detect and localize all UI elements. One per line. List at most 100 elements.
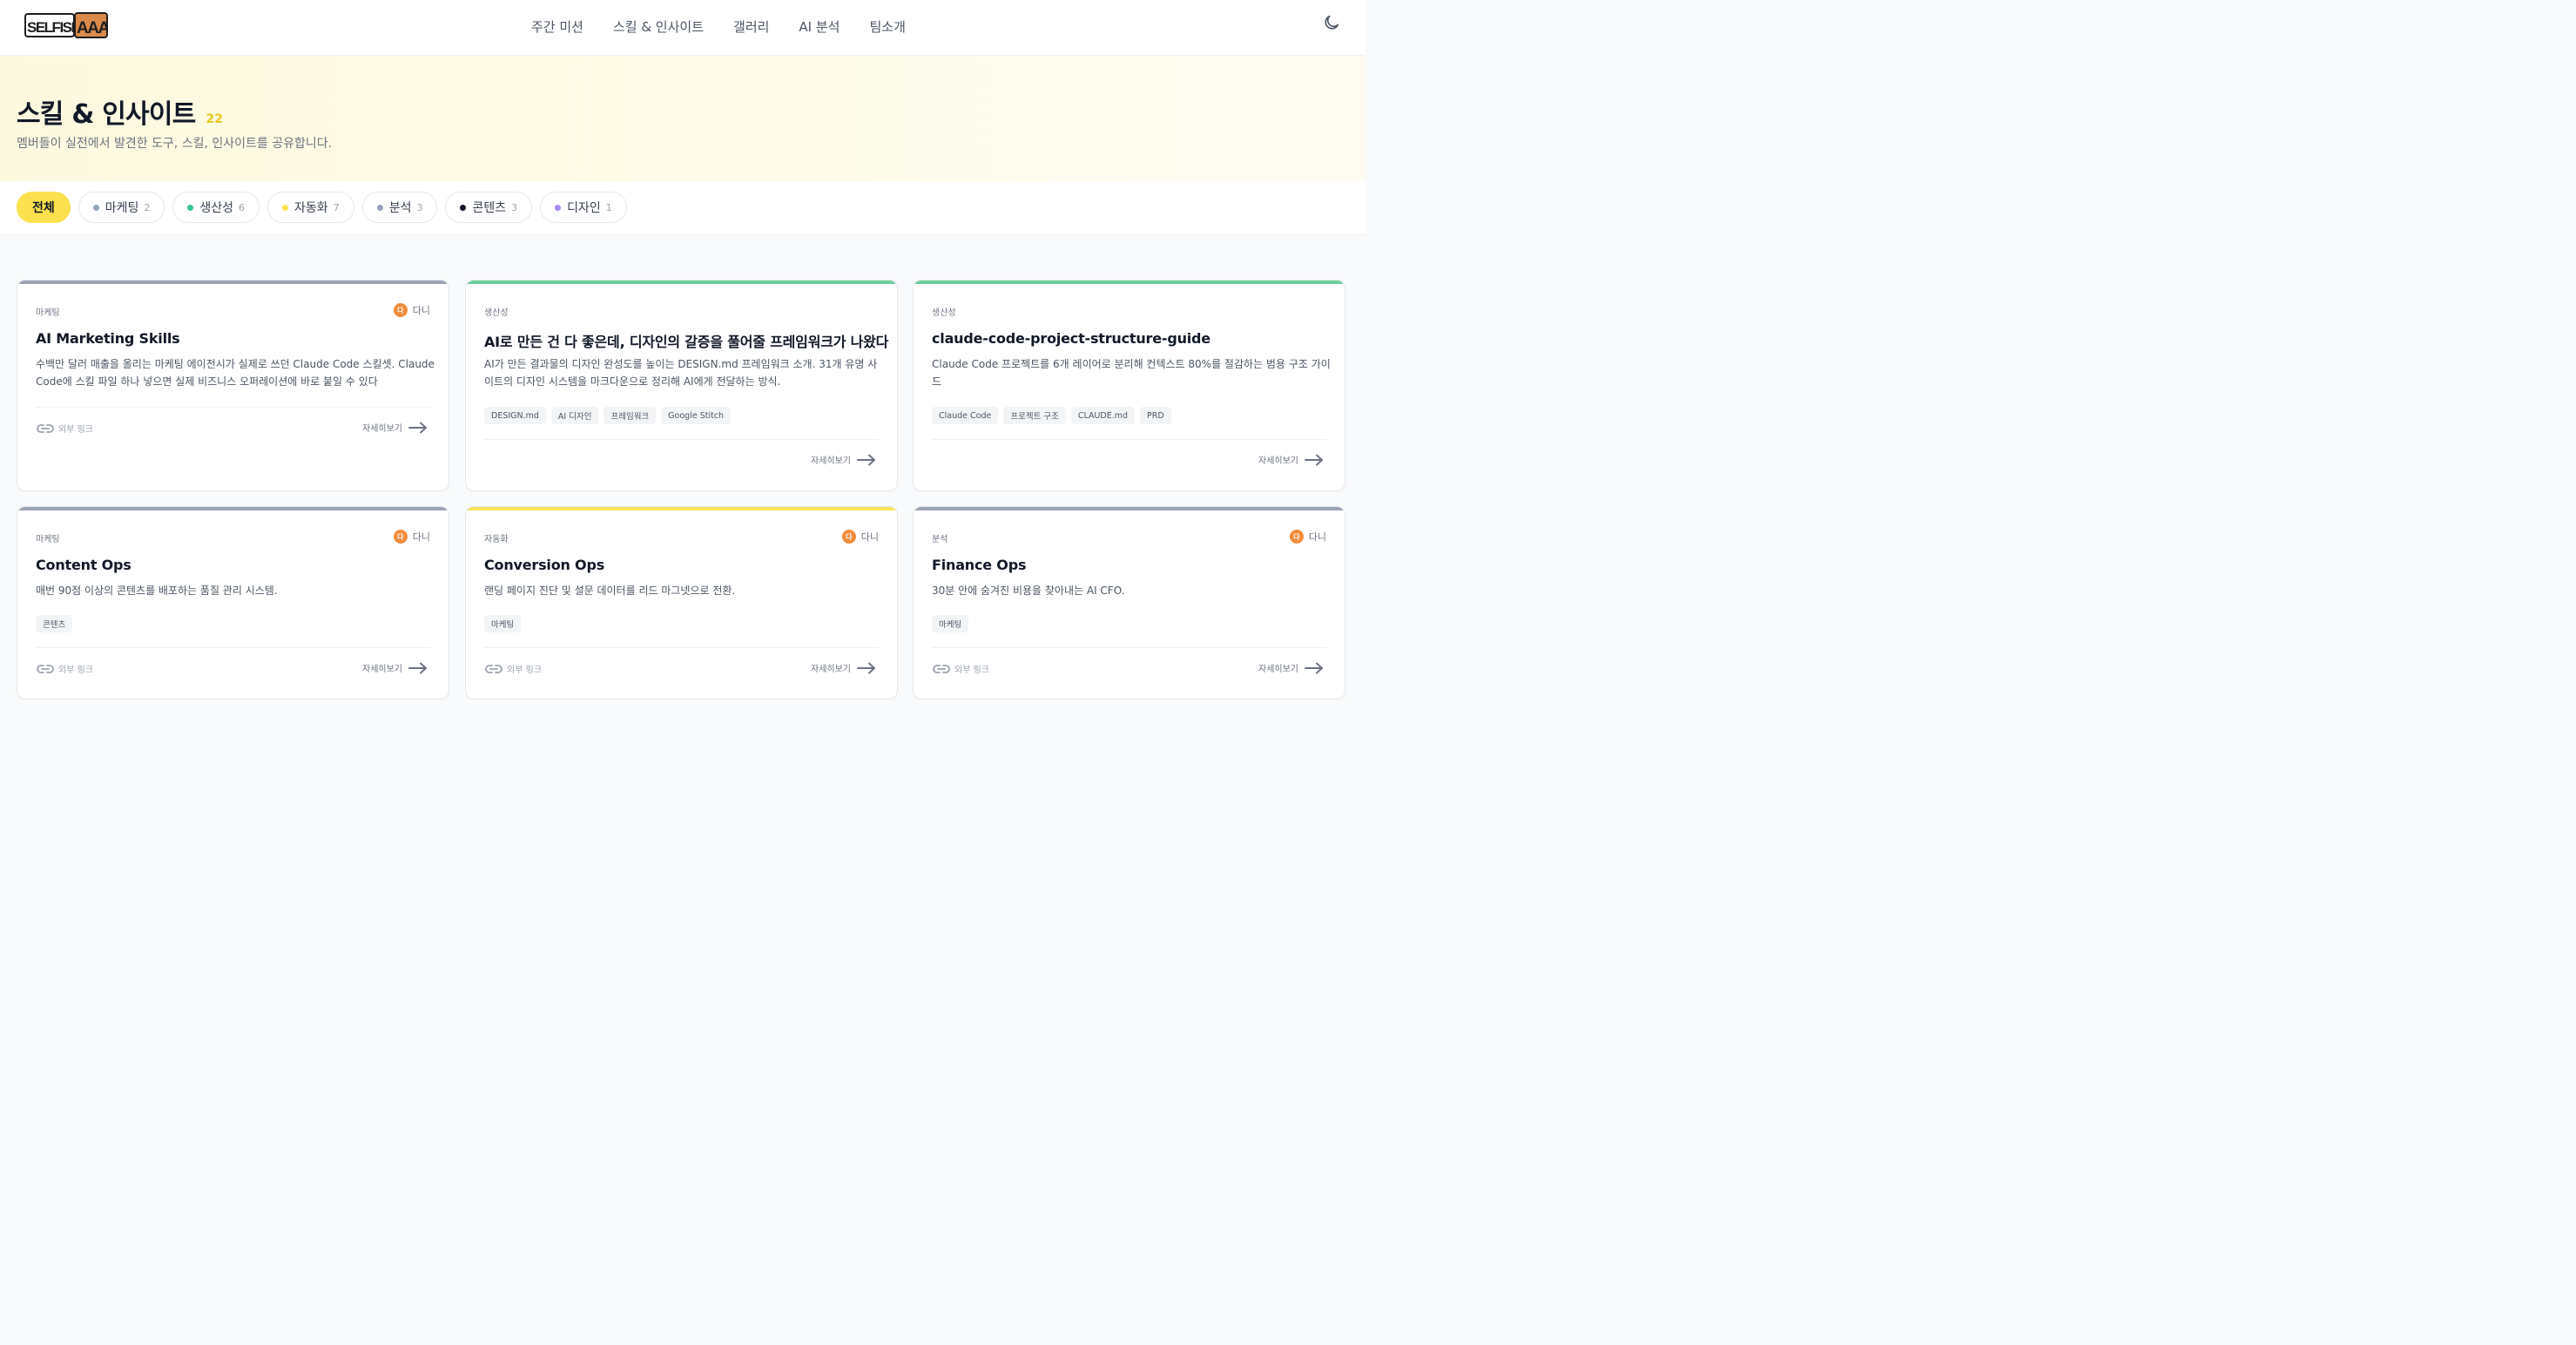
card-category: 자동화 xyxy=(484,535,509,544)
filter-label: 전체 xyxy=(32,201,55,215)
card-title[interactable]: AI로 만든 건 다 좋은데, 디자인의 갈증을 풀어줄 프레임워크가 나왔다 xyxy=(484,330,888,351)
tag[interactable]: 마케팅 xyxy=(484,615,522,632)
card-description: 30분 안에 숨겨진 비용을 찾아내는 AI CFO. xyxy=(932,585,1125,597)
tag-list: 마케팅 xyxy=(932,615,969,632)
avatar: 다 xyxy=(841,530,856,544)
card-category: 마케팅 xyxy=(36,308,60,318)
category-dot xyxy=(187,204,194,211)
card-title[interactable]: Content Ops xyxy=(36,557,131,573)
filter-label: 디자인 xyxy=(567,201,601,215)
tag[interactable]: 프레임워크 xyxy=(604,407,657,424)
hero-section: 스킬 & 인사이트 22 멤버들이 실전에서 발견한 도구, 스킬, 인사이트를… xyxy=(0,56,1366,181)
link-icon xyxy=(932,663,951,675)
moon-icon[interactable] xyxy=(1322,13,1341,32)
tag[interactable]: Google Stitch xyxy=(661,407,732,424)
filter-bar: 전체 마케팅 2 생산성 6 자동화 7 분석 3 콘텐츠 3 디자인 1 xyxy=(0,181,1366,235)
filter-count: 3 xyxy=(416,201,423,213)
external-link[interactable]: 외부 링크 xyxy=(36,662,93,675)
card-title[interactable]: Finance Ops xyxy=(932,557,1026,573)
tag[interactable]: 콘텐츠 xyxy=(36,615,73,632)
card-divider xyxy=(36,647,430,648)
nav-team[interactable]: 팀소개 xyxy=(869,17,905,36)
filter-productivity[interactable]: 생산성 6 xyxy=(172,192,260,223)
arrow-right-icon xyxy=(1304,454,1325,466)
external-link[interactable]: 외부 링크 xyxy=(484,662,542,675)
tag[interactable]: PRD xyxy=(1140,407,1171,424)
card-category: 생산성 xyxy=(484,308,509,318)
skill-card[interactable]: 자동화 다 다니 Conversion Ops 랜딩 페이지 진단 및 설문 데이터를 … xyxy=(465,506,898,700)
link-icon xyxy=(484,663,503,675)
author-name: 다니 xyxy=(1308,531,1326,543)
read-more-label: 자세히보기 xyxy=(362,424,402,434)
filter-chips: 전체 마케팅 2 생산성 6 자동화 7 분석 3 콘텐츠 3 디자인 1 xyxy=(17,192,627,223)
card-divider xyxy=(484,647,879,648)
card-title[interactable]: claude-code-project-structure-guide xyxy=(932,330,1210,347)
arrow-right-icon xyxy=(856,662,877,674)
read-more-link[interactable]: 자세히보기 xyxy=(362,661,428,674)
arrow-right-icon xyxy=(1304,662,1325,674)
card-author[interactable]: 다 다니 xyxy=(393,303,430,317)
logo[interactable]: SELFISH AAA xyxy=(24,10,108,42)
card-author[interactable]: 다 다니 xyxy=(393,530,430,544)
filter-count: 3 xyxy=(511,201,518,213)
filter-design[interactable]: 디자인 1 xyxy=(540,192,627,223)
nav-skills-insights[interactable]: 스킬 & 인사이트 xyxy=(613,17,704,36)
filter-analysis[interactable]: 분석 3 xyxy=(361,192,438,223)
tag[interactable]: 마케팅 xyxy=(932,615,969,632)
filter-content[interactable]: 콘텐츠 3 xyxy=(445,192,533,223)
svg-text:AAA: AAA xyxy=(77,19,108,37)
read-more-link[interactable]: 자세히보기 xyxy=(811,661,877,674)
filter-automation[interactable]: 자동화 7 xyxy=(267,192,354,223)
category-dot xyxy=(376,204,383,211)
skill-card[interactable]: 생산성 claude-code-project-structure-guide Cl… xyxy=(913,280,1345,491)
read-more-link[interactable]: 자세히보기 xyxy=(362,421,428,434)
card-title[interactable]: AI Marketing Skills xyxy=(36,330,180,347)
read-more-link[interactable]: 자세히보기 xyxy=(811,453,877,466)
card-divider xyxy=(932,439,1326,440)
tag[interactable]: AI 디자인 xyxy=(550,407,599,424)
page-title: 스킬 & 인사이트 xyxy=(17,99,196,130)
nav-ai-analysis[interactable]: AI 분석 xyxy=(799,17,840,36)
tag[interactable]: DESIGN.md xyxy=(484,407,546,424)
category-accent-bar xyxy=(466,280,897,284)
card-divider xyxy=(932,647,1326,648)
card-description: 랜딩 페이지 진단 및 설문 데이터를 리드 마그넷으로 전환. xyxy=(484,585,736,597)
read-more-label: 자세히보기 xyxy=(811,665,851,674)
read-more-link[interactable]: 자세히보기 xyxy=(1258,453,1325,466)
category-accent-bar xyxy=(914,507,1345,510)
category-accent-bar xyxy=(466,507,897,510)
read-more-link[interactable]: 자세히보기 xyxy=(1258,661,1325,674)
logo-mark: SELFISH AAA xyxy=(24,12,108,38)
filter-count: 1 xyxy=(605,201,612,213)
hero-heading: 스킬 & 인사이트 22 xyxy=(17,92,223,131)
external-link-label: 외부 링크 xyxy=(507,666,542,675)
filter-marketing[interactable]: 마케팅 2 xyxy=(78,192,165,223)
link-icon xyxy=(36,663,55,675)
tag[interactable]: 프로젝트 구조 xyxy=(1003,407,1066,424)
external-link[interactable]: 외부 링크 xyxy=(36,422,93,435)
card-author[interactable]: 다 다니 xyxy=(841,530,879,544)
tag-list: 마케팅 xyxy=(484,615,522,632)
filter-label: 자동화 xyxy=(294,201,328,215)
tag[interactable]: CLAUDE.md xyxy=(1070,407,1136,424)
card-author[interactable]: 다 다니 xyxy=(1289,530,1326,544)
external-link-label: 외부 링크 xyxy=(58,666,93,675)
skill-card[interactable]: 마케팅 다 다니 Content Ops 매번 90점 이상의 콘텐츠를 배포하는 품질… xyxy=(17,506,449,700)
author-name: 다니 xyxy=(412,531,430,543)
tag[interactable]: Claude Code xyxy=(932,407,999,424)
card-title[interactable]: Conversion Ops xyxy=(484,557,604,573)
card-divider xyxy=(36,407,430,408)
skill-card[interactable]: 생산성 AI로 만든 건 다 좋은데, 디자인의 갈증을 풀어줄 프레임워크가 나… xyxy=(465,280,898,491)
category-accent-bar xyxy=(914,280,1345,284)
external-link[interactable]: 외부 링크 xyxy=(932,662,989,675)
category-dot xyxy=(282,204,289,211)
skill-card[interactable]: 분석 다 다니 Finance Ops 30분 안에 숨겨진 비용을 찾아내는 AI C… xyxy=(913,506,1345,700)
skill-card[interactable]: 마케팅 다 다니 AI Marketing Skills 수백만 달러 매출을 올리는 … xyxy=(17,280,449,491)
filter-count: 6 xyxy=(239,201,246,213)
filter-label: 분석 xyxy=(388,201,412,215)
nav-gallery[interactable]: 갤러리 xyxy=(733,17,769,36)
filter-all[interactable]: 전체 xyxy=(17,192,71,223)
avatar: 다 xyxy=(1289,530,1304,544)
read-more-label: 자세히보기 xyxy=(811,456,851,466)
nav-weekly-mission[interactable]: 주간 미션 xyxy=(531,17,583,36)
